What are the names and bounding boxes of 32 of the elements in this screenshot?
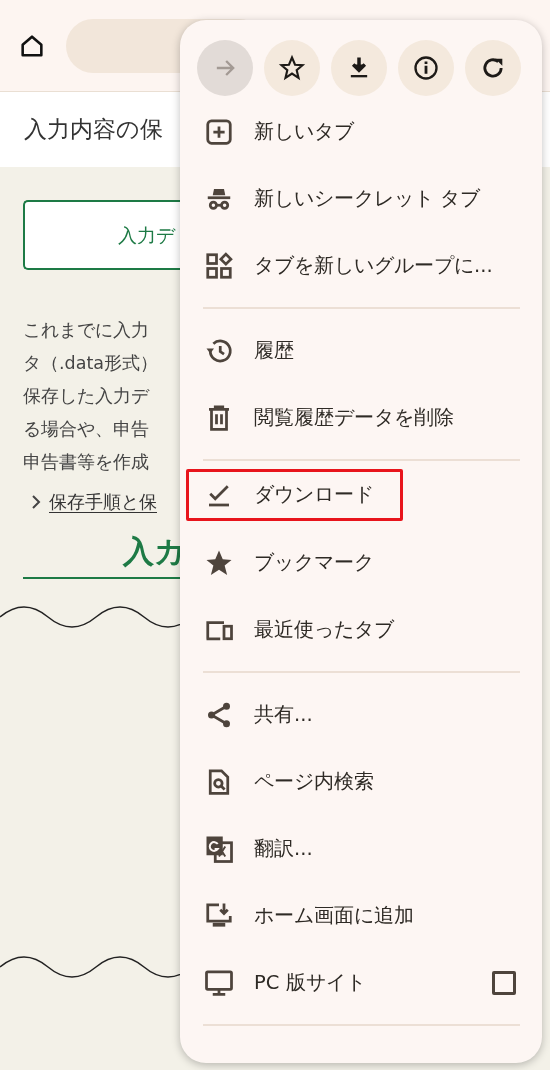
- page-title: 入力内容の保: [24, 115, 163, 145]
- menu-item[interactable]: 共有...: [180, 681, 542, 748]
- menu-item[interactable]: ホーム画面に追加: [180, 882, 542, 949]
- chevron-icon: [31, 494, 41, 511]
- info-icon: [412, 54, 440, 82]
- link[interactable]: 保存手順と保: [49, 489, 157, 516]
- menu-item[interactable]: 翻訳...: [180, 815, 542, 882]
- menu-item[interactable]: 最近使ったタブ: [180, 596, 542, 663]
- paragraph-line: 保存した入力デ: [23, 385, 151, 408]
- download-button[interactable]: [331, 40, 387, 96]
- menu-item[interactable]: 履歴: [180, 317, 542, 384]
- reload-button[interactable]: [465, 40, 521, 96]
- paragraph-line: 申告書等を作成: [23, 451, 150, 474]
- info-button[interactable]: [398, 40, 454, 96]
- paragraph-line: る場合や、申告: [23, 418, 150, 441]
- checkbox[interactable]: [492, 970, 516, 995]
- menu-item[interactable]: タブを新しいグループに...: [180, 232, 542, 299]
- plus-square-icon: [204, 116, 234, 147]
- menu-item[interactable]: ページ内検索: [180, 748, 542, 815]
- grid-shapes-icon: [204, 250, 234, 281]
- star-button[interactable]: [264, 40, 320, 96]
- input-data-button[interactable]: 入力デ: [23, 200, 183, 270]
- menu-item[interactable]: 閲覧履歴データを削除: [180, 384, 542, 451]
- menu-item[interactable]: ブックマーク: [180, 529, 542, 596]
- star-icon: [278, 54, 306, 82]
- paragraph-line: これまでに入力: [23, 319, 150, 342]
- menu-item[interactable]: 新しいタブ: [180, 98, 542, 165]
- menu-item[interactable]: PC 版サイト: [180, 949, 542, 1016]
- paragraph-line: タ（.data形式）: [23, 352, 159, 375]
- menu-item[interactable]: ダウンロード: [186, 469, 403, 521]
- monitor-icon: [204, 967, 234, 998]
- menu-item[interactable]: 新しいシークレット タブ: [180, 165, 542, 232]
